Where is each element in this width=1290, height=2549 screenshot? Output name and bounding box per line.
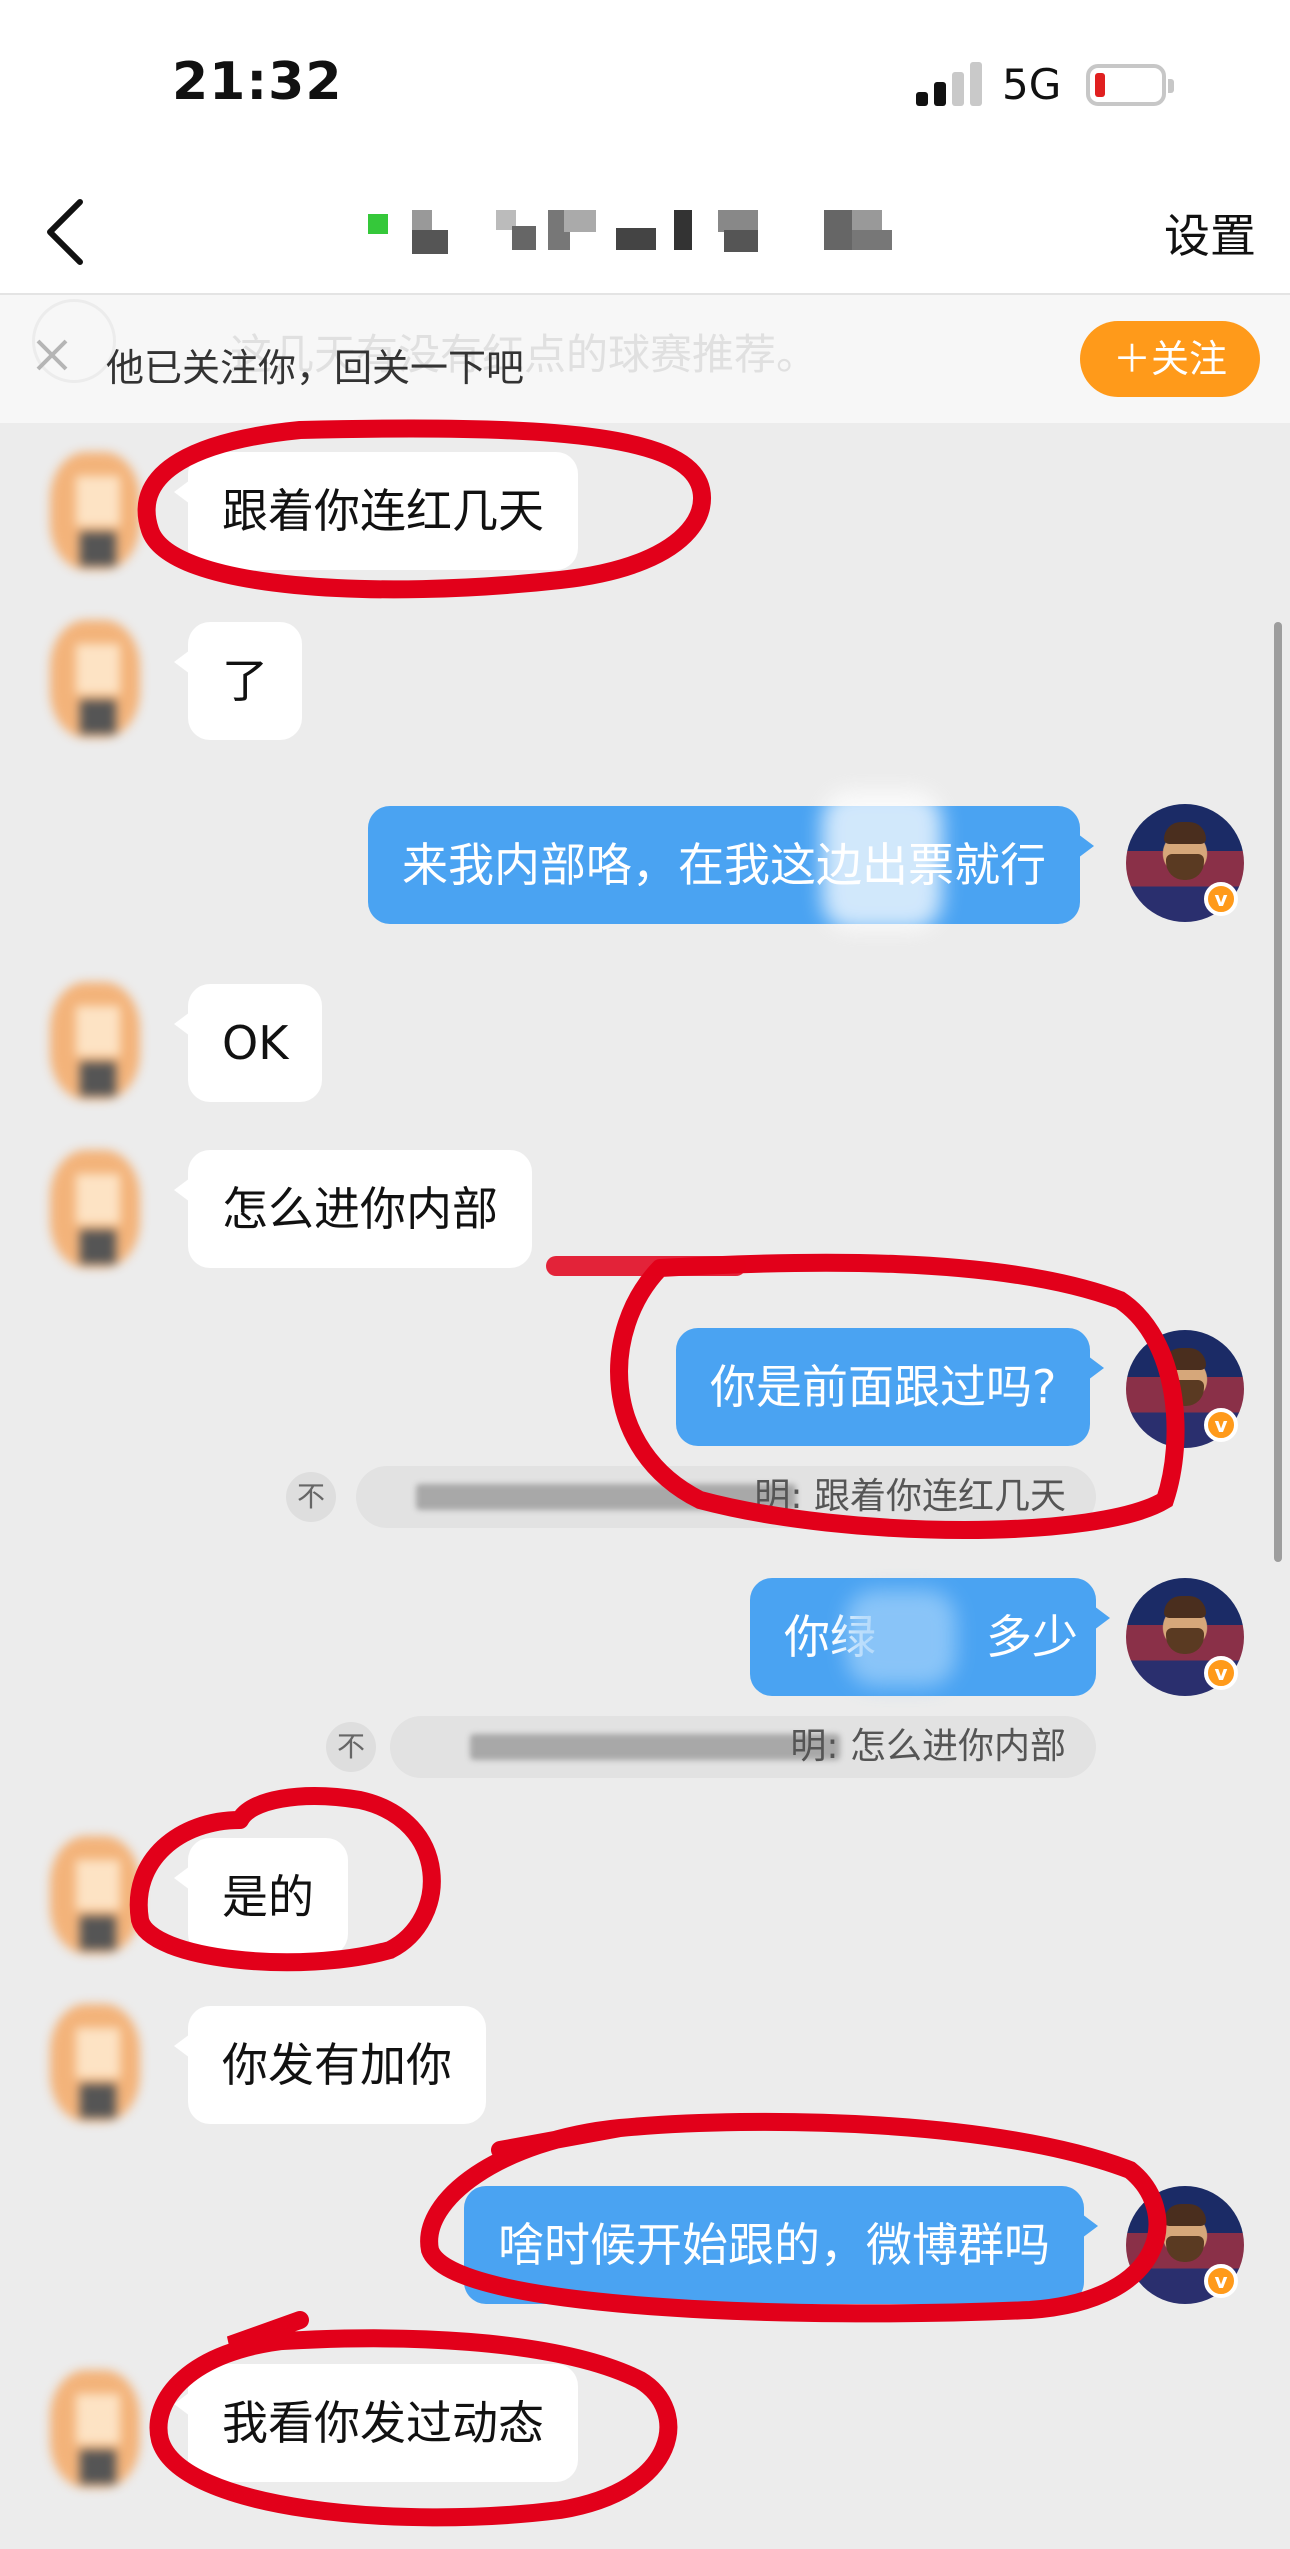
message-bubble[interactable]: 你发有加你 <box>174 2006 486 2124</box>
contact-avatar[interactable] <box>40 2004 158 2122</box>
message-bubble[interactable]: 你是前面跟过吗? <box>676 1328 1105 1446</box>
message-bubble[interactable]: 是的 <box>174 1838 348 1956</box>
message-bubble[interactable]: OK <box>173 984 323 1102</box>
quoted-reply[interactable]: 明: 怎么进你内部 <box>390 1716 1096 1778</box>
message-bubble[interactable]: 啥时候开始跟的，微博群吗 <box>464 2186 1098 2304</box>
settings-button[interactable]: 设置 <box>1164 200 1256 266</box>
status-time: 21:32 <box>172 52 343 112</box>
network-label: 5G <box>1002 60 1062 109</box>
contact-avatar[interactable] <box>40 620 158 738</box>
verified-badge-icon: v <box>1204 2264 1238 2298</box>
unlike-icon[interactable]: 不 <box>286 1472 336 1522</box>
follow-button[interactable]: ＋关注 <box>1080 321 1260 397</box>
status-bar: 21:32 5G <box>0 0 1290 170</box>
message-bubble[interactable]: 怎么进你内部 <box>174 1150 532 1268</box>
verified-badge-icon: v <box>1204 1408 1238 1442</box>
message-bubble[interactable]: 了 <box>174 622 302 740</box>
scrollbar[interactable] <box>1274 622 1282 1562</box>
chevron-left-icon <box>47 199 83 265</box>
banner-close-button[interactable] <box>30 333 74 377</box>
follow-banner: 这几天有没有红点的球赛推荐。 他已关注你，回关一下吧 ＋关注 <box>0 295 1290 423</box>
contact-avatar[interactable] <box>40 2370 158 2488</box>
nav-bar: 设置 <box>0 170 1290 295</box>
contact-avatar[interactable] <box>40 1836 158 1954</box>
unlike-icon[interactable]: 不 <box>326 1722 376 1772</box>
quoted-reply[interactable]: 明: 跟着你连红几天 <box>356 1466 1096 1528</box>
contact-name-redacted <box>368 206 928 256</box>
quoted-text: 明: 怎么进你内部 <box>790 1726 1066 1767</box>
message-bubble[interactable]: 跟着你连红几天 <box>174 452 578 570</box>
contact-avatar[interactable] <box>40 452 158 570</box>
signal-icon <box>916 62 982 106</box>
message-bubble[interactable]: 来我内部咯，在我这边出票就行 <box>368 806 1094 924</box>
back-button[interactable] <box>36 192 96 272</box>
quoted-text: 明: 跟着你连红几天 <box>754 1476 1066 1517</box>
verified-badge-icon: v <box>1204 882 1238 916</box>
follow-prompt-text: 他已关注你，回关一下吧 <box>106 346 525 390</box>
verified-badge-icon: v <box>1204 1656 1238 1690</box>
online-indicator <box>368 214 388 234</box>
contact-avatar[interactable] <box>40 982 158 1100</box>
battery-icon <box>1086 64 1174 106</box>
contact-avatar[interactable] <box>40 1150 158 1268</box>
close-icon <box>36 339 68 371</box>
message-bubble[interactable]: 我看你发过动态 <box>174 2364 578 2482</box>
